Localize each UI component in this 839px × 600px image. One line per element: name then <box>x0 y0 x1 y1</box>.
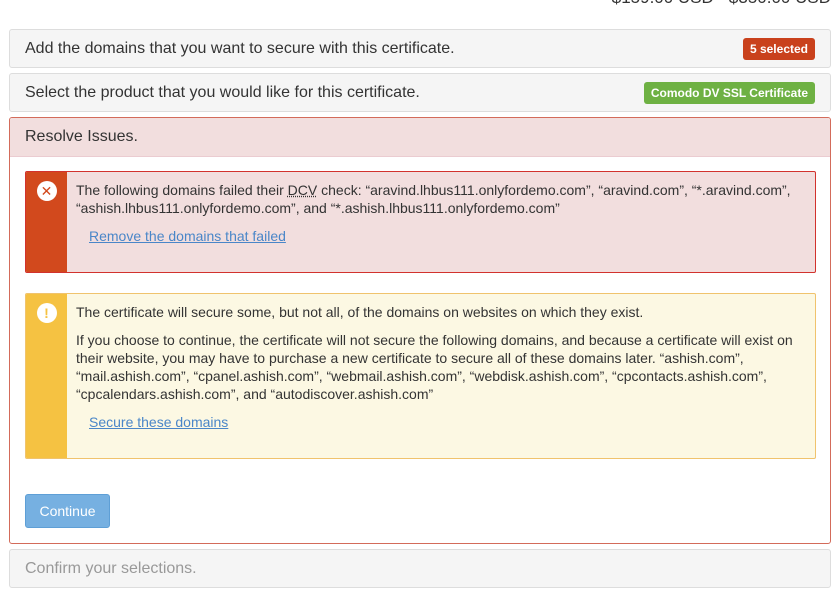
dcv-text-prefix: The following domains failed their <box>76 182 288 198</box>
dcv-failed-message: The following domains failed their DCV c… <box>67 172 815 272</box>
alert-danger-side: ✕ <box>26 172 67 272</box>
resolve-issues-heading: Resolve Issues. <box>10 118 830 157</box>
remove-failed-domains-link[interactable]: Remove the domains that failed <box>89 228 286 244</box>
price-range: $159.00 USD - $350.00 USD <box>612 0 831 8</box>
partial-secure-alert: ! The certificate will secure some, but … <box>25 293 816 459</box>
product-step-panel[interactable]: Select the product that you would like f… <box>9 73 831 112</box>
confirm-step-panel[interactable]: Confirm your selections. <box>9 549 831 588</box>
secure-these-domains-link[interactable]: Secure these domains <box>89 414 228 430</box>
product-selected-badge: Comodo DV SSL Certificate <box>643 81 815 104</box>
alert-warning-side: ! <box>26 294 67 458</box>
dcv-failed-text: The following domains failed their DCV c… <box>76 181 805 217</box>
confirm-step-label: Confirm your selections. <box>25 559 197 577</box>
domains-selected-badge: 5 selected <box>742 37 815 60</box>
warning-circle-icon: ! <box>36 303 57 323</box>
dcv-abbr: DCV <box>287 182 318 198</box>
partial-secure-line1: The certificate will secure some, but no… <box>76 304 644 320</box>
partial-secure-line2: If you choose to continue, the certifica… <box>76 332 793 402</box>
dcv-failed-alert: ✕ The following domains failed their DCV… <box>25 171 816 273</box>
continue-button[interactable]: Continue <box>25 494 110 528</box>
error-circle-icon: ✕ <box>36 181 57 201</box>
domains-step-label: Add the domains that you want to secure … <box>25 39 455 57</box>
resolve-issues-panel: Resolve Issues. ✕ The following domains … <box>9 117 831 544</box>
product-step-label: Select the product that you would like f… <box>25 83 420 101</box>
domains-step-panel[interactable]: Add the domains that you want to secure … <box>9 29 831 68</box>
partial-secure-message: The certificate will secure some, but no… <box>67 294 815 458</box>
